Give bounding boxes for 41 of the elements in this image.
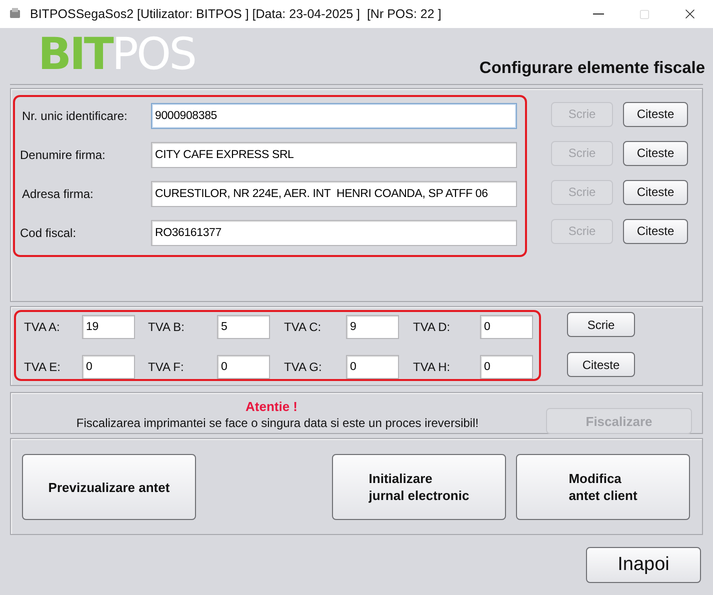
back-button[interactable]: Inapoi xyxy=(586,547,701,584)
vat-label: TVA E: xyxy=(23,360,62,374)
text-field[interactable]: CURESTILOR, NR 224E, AER. INT HENRI COANDA, SP ATFF 06 xyxy=(151,181,517,208)
field-label: Nr. unic identificare: xyxy=(21,109,128,124)
read-button[interactable]: Citeste xyxy=(567,352,635,378)
vat-field[interactable]: 0 xyxy=(82,355,135,380)
vat-label: TVA D: xyxy=(412,320,452,334)
field-label: Cod fiscal: xyxy=(19,226,78,240)
vat-label: TVA H: xyxy=(412,360,452,374)
maximize-icon xyxy=(638,8,650,20)
field-label: Adresa firma: xyxy=(21,187,94,202)
vat-field[interactable]: 0 xyxy=(480,355,533,380)
vat-label: TVA G: xyxy=(283,360,323,374)
vat-label: TVA B: xyxy=(147,320,186,334)
text-field[interactable]: CITY CAFE EXPRESS SRL xyxy=(151,142,517,168)
text-field[interactable]: 9000908385 xyxy=(151,103,517,130)
warning-title: Atentie ! xyxy=(246,399,298,414)
vat-field[interactable]: 19 xyxy=(82,315,135,340)
text-field[interactable]: RO36161377 xyxy=(151,220,517,246)
vat-field[interactable]: 0 xyxy=(346,355,399,380)
read-button[interactable]: Citeste xyxy=(623,218,688,244)
vat-field[interactable]: 9 xyxy=(346,315,399,340)
vat-label: TVA C: xyxy=(283,320,322,334)
read-button[interactable]: Citeste xyxy=(623,140,688,166)
read-button[interactable]: Citeste xyxy=(623,102,688,127)
action-button[interactable]: Previzualizare antet xyxy=(22,454,196,520)
vat-label: TVA A: xyxy=(23,320,61,334)
minimize-icon xyxy=(592,13,604,15)
write-button[interactable]: Scrie xyxy=(567,312,635,338)
vat-field[interactable]: 5 xyxy=(217,315,270,340)
action-button[interactable]: Initializare jurnal electronic xyxy=(332,454,506,520)
vat-field[interactable]: 0 xyxy=(480,315,533,340)
warning-text: Fiscalizarea imprimantei se face o singura data si este un proces ireversibil! xyxy=(76,416,479,430)
read-button[interactable]: Citeste xyxy=(623,180,688,205)
action-button[interactable]: Modifica antet client xyxy=(516,454,690,520)
vat-label: TVA F: xyxy=(147,360,185,374)
app-icon xyxy=(8,7,22,21)
window-title: BITPOSSegaSos2 [Utilizator: BITPOS ] [Data: 23-04-2025 ] [Nr POS: 22 ] xyxy=(30,7,442,21)
field-label: Denumire firma: xyxy=(19,148,106,162)
page-heading: Configurare elemente fiscale xyxy=(479,58,705,78)
vat-field[interactable]: 0 xyxy=(217,355,270,380)
